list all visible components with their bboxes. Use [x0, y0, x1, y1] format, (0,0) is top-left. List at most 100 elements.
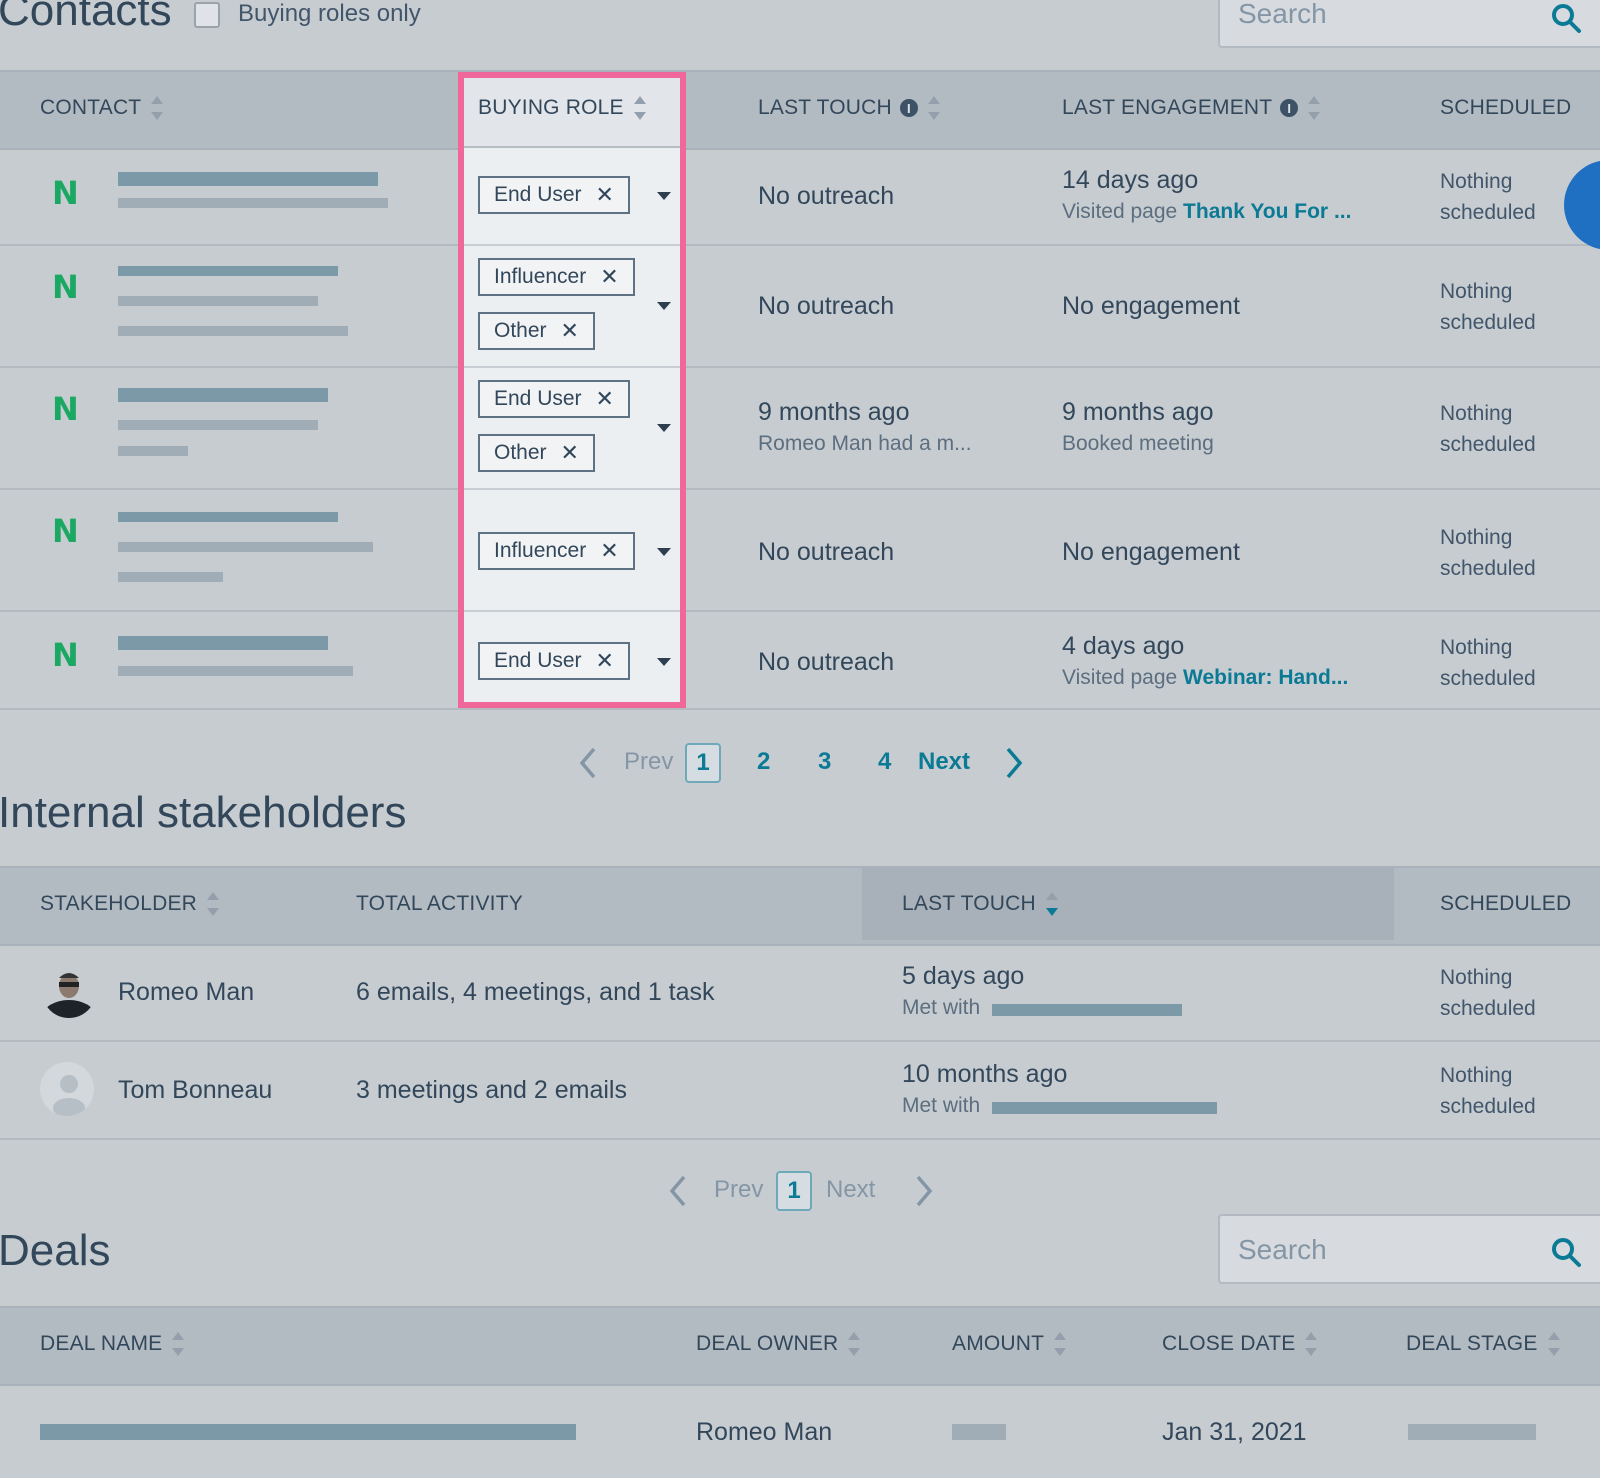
pagination-next[interactable]: Next: [826, 1176, 875, 1204]
pagination-current[interactable]: 1: [776, 1171, 812, 1211]
deals-search-input[interactable]: Search: [1218, 1214, 1600, 1284]
sort-icon[interactable]: [172, 1332, 185, 1357]
pagination-current[interactable]: 1: [685, 743, 721, 783]
last-engagement: 14 days ago: [1062, 166, 1199, 194]
avatar: [40, 1062, 94, 1116]
sort-icon[interactable]: [1308, 96, 1321, 121]
close-icon[interactable]: ✕: [600, 264, 618, 290]
company-logo-icon: N: [52, 512, 79, 550]
col-buying-role[interactable]: BUYING ROLE: [478, 96, 646, 121]
buying-roles-label[interactable]: Buying roles only: [238, 0, 421, 28]
deal-owner: Romeo Man: [696, 1418, 833, 1446]
role-tag[interactable]: End User ✕: [478, 176, 630, 214]
last-touch: 5 days ago: [902, 962, 1025, 990]
chevron-left-icon[interactable]: [668, 1174, 688, 1208]
close-icon[interactable]: ✕: [596, 648, 614, 674]
col-close-date[interactable]: CLOSE DATE: [1162, 1332, 1318, 1357]
col-close-date-label: CLOSE DATE: [1162, 1332, 1296, 1355]
caret-down-icon[interactable]: [657, 548, 671, 556]
sort-icon[interactable]: [1547, 1332, 1560, 1357]
contact-name-redacted[interactable]: [118, 388, 333, 456]
contact-name-redacted[interactable]: [118, 636, 353, 676]
chevron-right-icon[interactable]: [914, 1174, 934, 1208]
chat-launcher-button[interactable]: [1564, 160, 1600, 250]
col-contact[interactable]: CONTACT: [40, 96, 164, 121]
col-scheduled: SCHEDULED: [1440, 96, 1572, 119]
role-tag[interactable]: Other ✕: [478, 434, 595, 472]
company-logo-icon: N: [52, 390, 79, 428]
sched-line1: Nothing: [1440, 966, 1513, 989]
close-icon[interactable]: ✕: [596, 182, 614, 208]
sort-icon[interactable]: [207, 892, 220, 917]
sched-line2: scheduled: [1440, 667, 1536, 690]
col-last-touch-label: LAST TOUCH: [902, 892, 1036, 915]
sched-line1: Nothing: [1440, 402, 1513, 425]
deal-name-redacted[interactable]: [40, 1424, 576, 1440]
scheduled-status: Nothing scheduled: [1440, 398, 1536, 460]
sort-icon[interactable]: [1054, 1332, 1067, 1357]
last-touch: No outreach: [758, 538, 895, 566]
chevron-left-icon[interactable]: [578, 746, 598, 780]
col-stakeholder-label: STAKEHOLDER: [40, 892, 198, 915]
info-icon[interactable]: i: [1280, 99, 1299, 118]
role-tag[interactable]: Influencer ✕: [478, 532, 635, 570]
stakeholder-name[interactable]: Romeo Man: [118, 978, 254, 1007]
engagement-link[interactable]: Webinar: Hand...: [1183, 666, 1348, 689]
col-deal-stage[interactable]: DEAL STAGE: [1406, 1332, 1560, 1357]
stakeholders-title: Internal stakeholders: [0, 788, 407, 837]
row-divider: [0, 610, 1600, 612]
contact-name-redacted[interactable]: [118, 172, 388, 208]
col-last-engagement[interactable]: LAST ENGAGEMENT i: [1062, 96, 1321, 121]
col-last-touch[interactable]: LAST TOUCH i: [758, 96, 940, 121]
caret-down-icon[interactable]: [657, 192, 671, 200]
stakeholder-name[interactable]: Tom Bonneau: [118, 1076, 272, 1105]
col-deal-owner-label: DEAL OWNER: [696, 1332, 839, 1355]
contact-name-redacted[interactable]: [118, 266, 348, 336]
close-icon[interactable]: ✕: [561, 318, 579, 344]
highlight-divider: [464, 366, 680, 368]
contacts-search-input[interactable]: Search: [1218, 0, 1600, 48]
buying-roles-checkbox[interactable]: [194, 2, 220, 28]
info-icon[interactable]: i: [899, 99, 918, 118]
search-icon[interactable]: [1550, 2, 1582, 34]
role-tag[interactable]: End User ✕: [478, 380, 630, 418]
sched-line1: Nothing: [1440, 636, 1513, 659]
caret-down-icon[interactable]: [657, 302, 671, 310]
col-last-touch-sorted[interactable]: LAST TOUCH: [902, 892, 1058, 917]
col-stakeholder[interactable]: STAKEHOLDER: [40, 892, 220, 917]
role-tag[interactable]: Other ✕: [478, 312, 595, 350]
col-deal-owner[interactable]: DEAL OWNER: [696, 1332, 861, 1357]
pagination-page[interactable]: 4: [878, 748, 891, 776]
caret-down-icon[interactable]: [657, 424, 671, 432]
highlight-divider: [464, 610, 680, 612]
close-icon[interactable]: ✕: [600, 538, 618, 564]
sort-icon[interactable]: [633, 96, 646, 121]
sched-line2: scheduled: [1440, 557, 1536, 580]
contact-name-redacted[interactable]: [118, 512, 373, 582]
last-engagement: 9 months ago: [1062, 398, 1214, 426]
search-icon[interactable]: [1550, 1236, 1582, 1268]
pagination-next[interactable]: Next: [918, 748, 970, 776]
engagement-link[interactable]: Thank You For ...: [1183, 200, 1351, 223]
role-tag[interactable]: End User ✕: [478, 642, 630, 680]
col-amount[interactable]: AMOUNT: [952, 1332, 1067, 1357]
pagination-page[interactable]: 3: [818, 748, 831, 776]
pagination-page[interactable]: 2: [757, 748, 770, 776]
pagination-prev[interactable]: Prev: [714, 1176, 763, 1204]
sort-icon[interactable]: [151, 96, 164, 121]
caret-down-icon[interactable]: [657, 658, 671, 666]
row-divider: [0, 488, 1600, 490]
sched-line1: Nothing: [1440, 170, 1513, 193]
sort-icon[interactable]: [848, 1332, 861, 1357]
sort-icon[interactable]: [1305, 1332, 1318, 1357]
pagination-current-label: 1: [696, 749, 710, 776]
col-deal-name[interactable]: DEAL NAME: [40, 1332, 185, 1357]
pagination-prev[interactable]: Prev: [624, 748, 673, 776]
chevron-right-icon[interactable]: [1004, 746, 1024, 780]
close-icon[interactable]: ✕: [561, 440, 579, 466]
close-icon[interactable]: ✕: [596, 386, 614, 412]
sort-icon[interactable]: [927, 96, 940, 121]
sort-desc-icon[interactable]: [1045, 892, 1058, 917]
role-tag[interactable]: Influencer ✕: [478, 258, 635, 296]
col-amount-label: AMOUNT: [952, 1332, 1045, 1355]
